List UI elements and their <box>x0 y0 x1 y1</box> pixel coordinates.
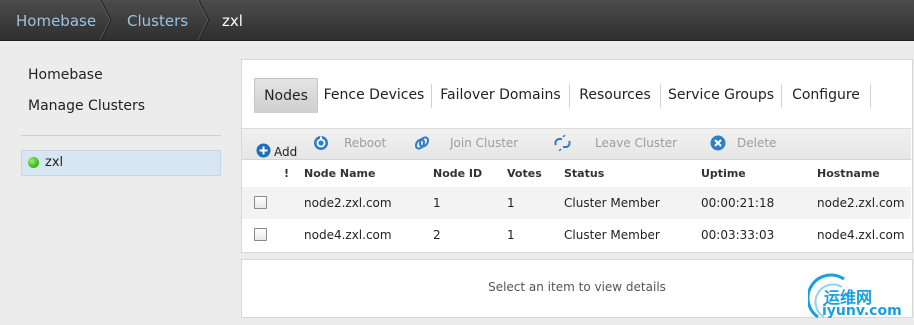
status-cell: Cluster Member <box>564 196 660 210</box>
column-header-hostname[interactable]: Hostname <box>817 167 880 180</box>
sidebar-divider <box>21 135 221 136</box>
status-ok-icon <box>28 157 39 168</box>
hostname-cell: node2.zxl.com <box>817 196 905 210</box>
breadcrumb-separator-icon <box>196 0 210 40</box>
uptime-cell: 00:00:21:18 <box>701 196 775 210</box>
join-cluster-icon[interactable] <box>414 135 430 155</box>
breadcrumb-clusters[interactable]: Clusters <box>127 0 188 40</box>
tab-nodes[interactable]: Nodes <box>254 78 318 113</box>
node-toolbar <box>242 128 911 160</box>
votes-cell: 1 <box>507 196 515 210</box>
leave-cluster-icon[interactable] <box>554 134 571 155</box>
watermark-text-en: iyunv.com <box>822 303 902 319</box>
row-checkbox[interactable] <box>254 228 267 241</box>
tab-divider <box>431 84 432 108</box>
breadcrumb-current: zxl <box>222 12 243 30</box>
add-icon[interactable] <box>256 143 271 162</box>
join-cluster-button[interactable]: Join Cluster <box>450 136 518 150</box>
sidebar-link-manage-clusters[interactable]: Manage Clusters <box>28 98 145 114</box>
tab-failover-domains[interactable]: Failover Domains <box>437 78 564 112</box>
tab-fence-devices[interactable]: Fence Devices <box>322 78 426 112</box>
tab-divider <box>569 84 570 108</box>
column-header-node-name[interactable]: Node Name <box>304 167 375 180</box>
votes-cell: 1 <box>507 228 515 242</box>
reboot-icon[interactable] <box>313 135 329 155</box>
delete-button[interactable]: Delete <box>737 136 776 150</box>
reboot-button[interactable]: Reboot <box>344 136 386 150</box>
node-id-cell: 1 <box>433 196 441 210</box>
column-header-status[interactable]: Status <box>564 167 604 180</box>
delete-icon[interactable] <box>710 135 726 155</box>
tab-resources[interactable]: Resources <box>575 78 655 112</box>
column-header-votes[interactable]: Votes <box>507 167 542 180</box>
column-header-uptime[interactable]: Uptime <box>701 167 746 180</box>
tab-divider <box>781 84 782 108</box>
breadcrumb-homebase[interactable]: Homebase <box>16 0 96 40</box>
tab-service-groups[interactable]: Service Groups <box>666 78 776 112</box>
column-header-node-id[interactable]: Node ID <box>433 167 482 180</box>
breadcrumb: Homebase Clusters zxl <box>0 0 914 41</box>
sidebar-cluster-zxl[interactable]: zxl <box>21 150 221 176</box>
sidebar-link-homebase[interactable]: Homebase <box>28 67 103 83</box>
tab-configure[interactable]: Configure <box>787 78 865 112</box>
add-button[interactable]: Add <box>274 145 297 159</box>
node-name-cell: node4.zxl.com <box>304 228 392 242</box>
node-id-cell: 2 <box>433 228 441 242</box>
column-header-alert[interactable]: ! <box>284 167 289 180</box>
breadcrumb-separator-icon <box>98 0 112 40</box>
tab-divider <box>660 84 661 108</box>
tab-divider <box>870 84 871 108</box>
row-checkbox[interactable] <box>254 196 267 209</box>
cluster-name: zxl <box>45 155 64 170</box>
table-row[interactable]: node4.zxl.com 2 1 Cluster Member 00:03:3… <box>242 219 911 251</box>
table-row[interactable]: node2.zxl.com 1 1 Cluster Member 00:00:2… <box>242 187 911 219</box>
uptime-cell: 00:03:33:03 <box>701 228 775 242</box>
node-name-cell: node2.zxl.com <box>304 196 392 210</box>
hostname-cell: node4.zxl.com <box>817 228 905 242</box>
status-cell: Cluster Member <box>564 228 660 242</box>
leave-cluster-button[interactable]: Leave Cluster <box>595 136 677 150</box>
